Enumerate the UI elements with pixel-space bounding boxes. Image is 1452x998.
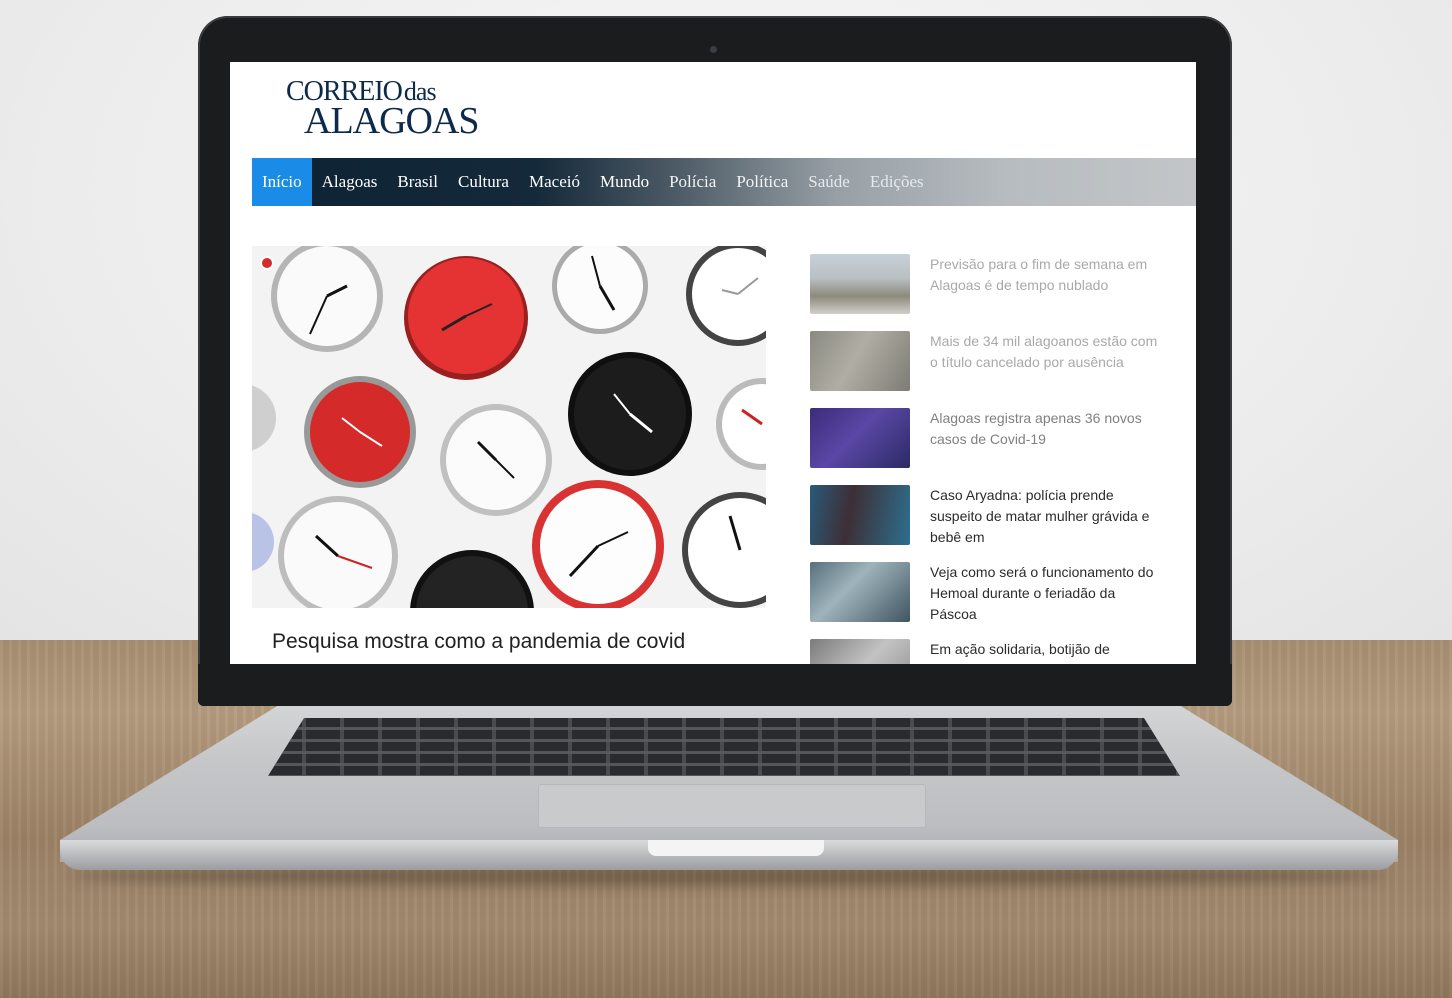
- nav-item-brasil[interactable]: Brasil: [387, 158, 448, 206]
- news-thumbnail[interactable]: [810, 408, 910, 468]
- hero-image[interactable]: [252, 246, 766, 608]
- logo-line2: ALAGOAS: [304, 100, 480, 142]
- laptop-base: [60, 692, 1398, 862]
- trackpad: [538, 784, 926, 828]
- news-item[interactable]: Alagoas registra apenas 36 novos casos d…: [810, 404, 1190, 481]
- news-thumbnail[interactable]: [810, 485, 910, 545]
- nav-item-edicoes[interactable]: Edições: [860, 158, 934, 206]
- camera-icon: [710, 46, 717, 53]
- nav-item-policia[interactable]: Polícia: [659, 158, 726, 206]
- nav-item-alagoas[interactable]: Alagoas: [312, 158, 388, 206]
- news-item[interactable]: Veja como será o funcionamento do Hemoal…: [810, 558, 1190, 635]
- clock-red-dots: [532, 480, 664, 608]
- hero-title[interactable]: Pesquisa mostra como a pandemia de covid: [272, 628, 752, 656]
- news-item[interactable]: Mais de 34 mil alagoanos estão com o tít…: [810, 327, 1190, 404]
- news-thumbnail[interactable]: [810, 254, 910, 314]
- clock-black: [568, 352, 692, 476]
- news-headline[interactable]: Em ação solidaria, botijão de: [930, 639, 1162, 660]
- news-item[interactable]: Previsão para o fim de semana em Alagoas…: [810, 250, 1190, 327]
- nav-item-maceio[interactable]: Maceió: [519, 158, 590, 206]
- clock-red-2: [304, 376, 416, 488]
- screen-bezel-bottom: [198, 664, 1232, 706]
- news-thumbnail[interactable]: [810, 331, 910, 391]
- nav-item-cultura[interactable]: Cultura: [448, 158, 519, 206]
- browser-screen: CORREIOdas ALAGOAS Início Alagoas Brasil…: [230, 62, 1196, 664]
- clock-white-3: [440, 404, 552, 516]
- nav-item-mundo[interactable]: Mundo: [590, 158, 659, 206]
- clock-red-1: [404, 256, 528, 380]
- news-headline[interactable]: Caso Aryadna: polícia prende suspeito de…: [930, 485, 1162, 548]
- nav-item-saude[interactable]: Saúde: [798, 158, 860, 206]
- news-item[interactable]: Caso Aryadna: polícia prende suspeito de…: [810, 481, 1190, 558]
- news-thumbnail[interactable]: [810, 562, 910, 622]
- news-headline[interactable]: Mais de 34 mil alagoanos estão com o tít…: [930, 331, 1162, 373]
- hero-badge-icon: [260, 256, 274, 270]
- laptop-notch: [648, 840, 824, 856]
- news-headline[interactable]: Previsão para o fim de semana em Alagoas…: [930, 254, 1162, 296]
- nav-item-inicio[interactable]: Início: [252, 158, 312, 206]
- news-thumbnail[interactable]: [810, 639, 910, 664]
- site-logo[interactable]: CORREIOdas ALAGOAS: [286, 78, 480, 142]
- main-nav: Início Alagoas Brasil Cultura Maceió Mun…: [252, 158, 1196, 206]
- sidebar-news-list: Previsão para o fim de semana em Alagoas…: [810, 250, 1190, 664]
- news-headline[interactable]: Veja como será o funcionamento do Hemoal…: [930, 562, 1162, 625]
- keyboard-rows: [268, 718, 1180, 776]
- news-item[interactable]: Em ação solidaria, botijão de: [810, 635, 1190, 664]
- news-headline[interactable]: Alagoas registra apenas 36 novos casos d…: [930, 408, 1162, 450]
- clocks-illustration: [252, 246, 766, 608]
- nav-item-politica[interactable]: Política: [726, 158, 798, 206]
